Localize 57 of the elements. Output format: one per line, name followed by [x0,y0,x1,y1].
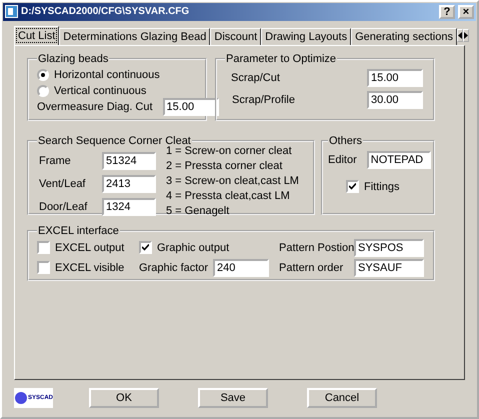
tab[interactable]: Discount [210,28,262,45]
text-field[interactable]: 240 [213,258,269,277]
field-label: Overmeasure Diag. Cut [37,100,153,113]
group-title: Parameter to Optimize [226,52,336,65]
radio-button[interactable] [37,84,49,97]
check-icon [349,183,356,190]
option-label: Vertical continuous [54,84,146,97]
checkbox[interactable] [37,241,50,254]
text-field[interactable]: 2413 [102,174,156,193]
group-title: Glazing beads [38,52,108,65]
checkbox[interactable] [37,261,50,274]
checkbox-label: Graphic output [157,242,230,254]
radio-button[interactable] [37,68,49,81]
tab[interactable]: Generating sections [351,28,457,45]
option-label: Horizontal continuous [54,68,160,81]
field-label: Editor [328,154,357,166]
window-title: D:/SYSCAD2000/CFG\SYSVAR.CFG [21,6,190,18]
logo-icon [15,392,27,404]
dialog-button[interactable]: OK [89,388,159,408]
legend-text: 2 = Pressta corner cleat [166,160,284,172]
text-field[interactable]: 51324 [102,152,156,170]
tab[interactable]: Cut List [14,26,60,45]
checkbox-label: EXCEL visible [55,262,124,274]
group-title: Others [329,134,362,147]
checkbox-label: Fittings [364,180,400,193]
text-field[interactable]: SYSPOS [354,238,424,257]
help-button[interactable]: ? [439,4,455,19]
legend-text: 1 = Screw-on corner cleat [166,144,293,157]
app-icon [5,5,18,18]
legend-text: 5 = Genagelt [166,204,230,217]
group-title: Search Sequence Corner Cleat [38,134,191,147]
field-label: Scrap/Cut [231,72,281,84]
text-field[interactable]: SYSAUF [354,258,424,277]
field-label: Scrap/Profile [231,94,296,106]
text-field[interactable]: 1324 [102,198,156,216]
field-label: Frame [38,154,72,167]
text-field[interactable]: 15.00 [367,68,423,87]
checkbox-label: EXCEL output [55,242,124,254]
tab[interactable]: Determinations Glazing Bead [59,28,210,45]
group-title: EXCEL interface [38,224,119,237]
tab[interactable]: Drawing Layouts [261,28,352,45]
text-field[interactable]: NOTEPAD [366,150,431,169]
field-label: Vent/Leaf [38,178,86,190]
close-button[interactable]: × [458,4,474,19]
checkbox[interactable] [346,180,359,194]
field-label: Pattern Postion [279,242,354,254]
legend-text: 4 = Pressta cleat,cast LM [166,190,291,202]
field-label: Pattern order [279,262,344,274]
legend-text: 3 = Screw-on cleat,cast LM [166,174,299,187]
check-icon [142,244,149,252]
text-field[interactable]: 15.00 [162,98,219,116]
checkbox[interactable] [139,241,152,254]
dialog-button[interactable]: Cancel [307,388,377,408]
dialog-button[interactable]: Save [198,388,268,408]
text-field[interactable]: 30.00 [367,90,423,109]
field-label: Graphic factor [139,262,210,274]
field-label: Door/Leaf [38,200,88,213]
